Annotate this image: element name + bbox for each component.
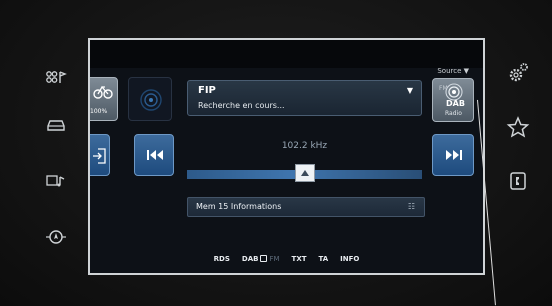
- dab-tile-radio: Radio: [445, 110, 462, 117]
- tune-up-button[interactable]: [295, 164, 315, 182]
- navigation-icon[interactable]: [42, 226, 70, 248]
- broadcast-icon: [140, 89, 162, 111]
- status-txt: TXT: [291, 255, 307, 263]
- phone-audio-icon[interactable]: [42, 170, 70, 192]
- touchscreen-display: Source ▼ 100% FIP ▼ Recherche en cours..…: [88, 38, 485, 275]
- bike-tile[interactable]: 100%: [90, 77, 118, 121]
- dab-radio-tile[interactable]: FM DAB Radio: [432, 78, 474, 122]
- broadcast-tile: [128, 77, 172, 121]
- skip-back-icon: [147, 150, 163, 160]
- screen-top-band: [90, 40, 483, 68]
- preset-label: Mem 15 Informations: [196, 202, 282, 211]
- favorites-icon[interactable]: [504, 116, 532, 138]
- seek-next-button[interactable]: [432, 134, 474, 176]
- status-dab: DAB: [241, 255, 259, 263]
- enter-tile[interactable]: [90, 134, 110, 176]
- status-bar: RDS DAB FM TXT TA INFO: [90, 255, 483, 263]
- media-icon[interactable]: [42, 66, 70, 88]
- status-dab-fm-toggle-icon: [260, 255, 268, 262]
- station-selector[interactable]: FIP ▼ Recherche en cours...: [187, 80, 422, 116]
- station-name: FIP: [198, 85, 216, 96]
- frequency-readout: 102.2 kHz: [281, 141, 328, 151]
- car-icon[interactable]: [42, 114, 70, 136]
- list-icon[interactable]: ☷: [408, 202, 416, 211]
- enter-icon: [93, 148, 106, 164]
- status-rds: RDS: [213, 255, 230, 263]
- status-ta: TA: [318, 255, 329, 263]
- phone-icon[interactable]: [504, 170, 532, 192]
- station-status: Recherche en cours...: [198, 101, 285, 110]
- seek-previous-button[interactable]: [134, 134, 174, 176]
- bike-percent: 100%: [90, 108, 108, 115]
- dab-tile-dab: DAB: [446, 99, 465, 108]
- status-info: INFO: [340, 255, 360, 263]
- station-dropdown-icon[interactable]: ▼: [407, 86, 413, 95]
- skip-forward-icon: [446, 150, 462, 160]
- preset-selector[interactable]: Mem 15 Informations ☷: [187, 197, 425, 217]
- bike-icon: [93, 85, 113, 99]
- dab-tile-fm: FM: [439, 85, 448, 92]
- status-fm: FM: [269, 255, 280, 263]
- source-label[interactable]: Source ▼: [437, 67, 469, 75]
- triangle-up-icon: [301, 170, 309, 176]
- settings-icon[interactable]: [504, 62, 532, 84]
